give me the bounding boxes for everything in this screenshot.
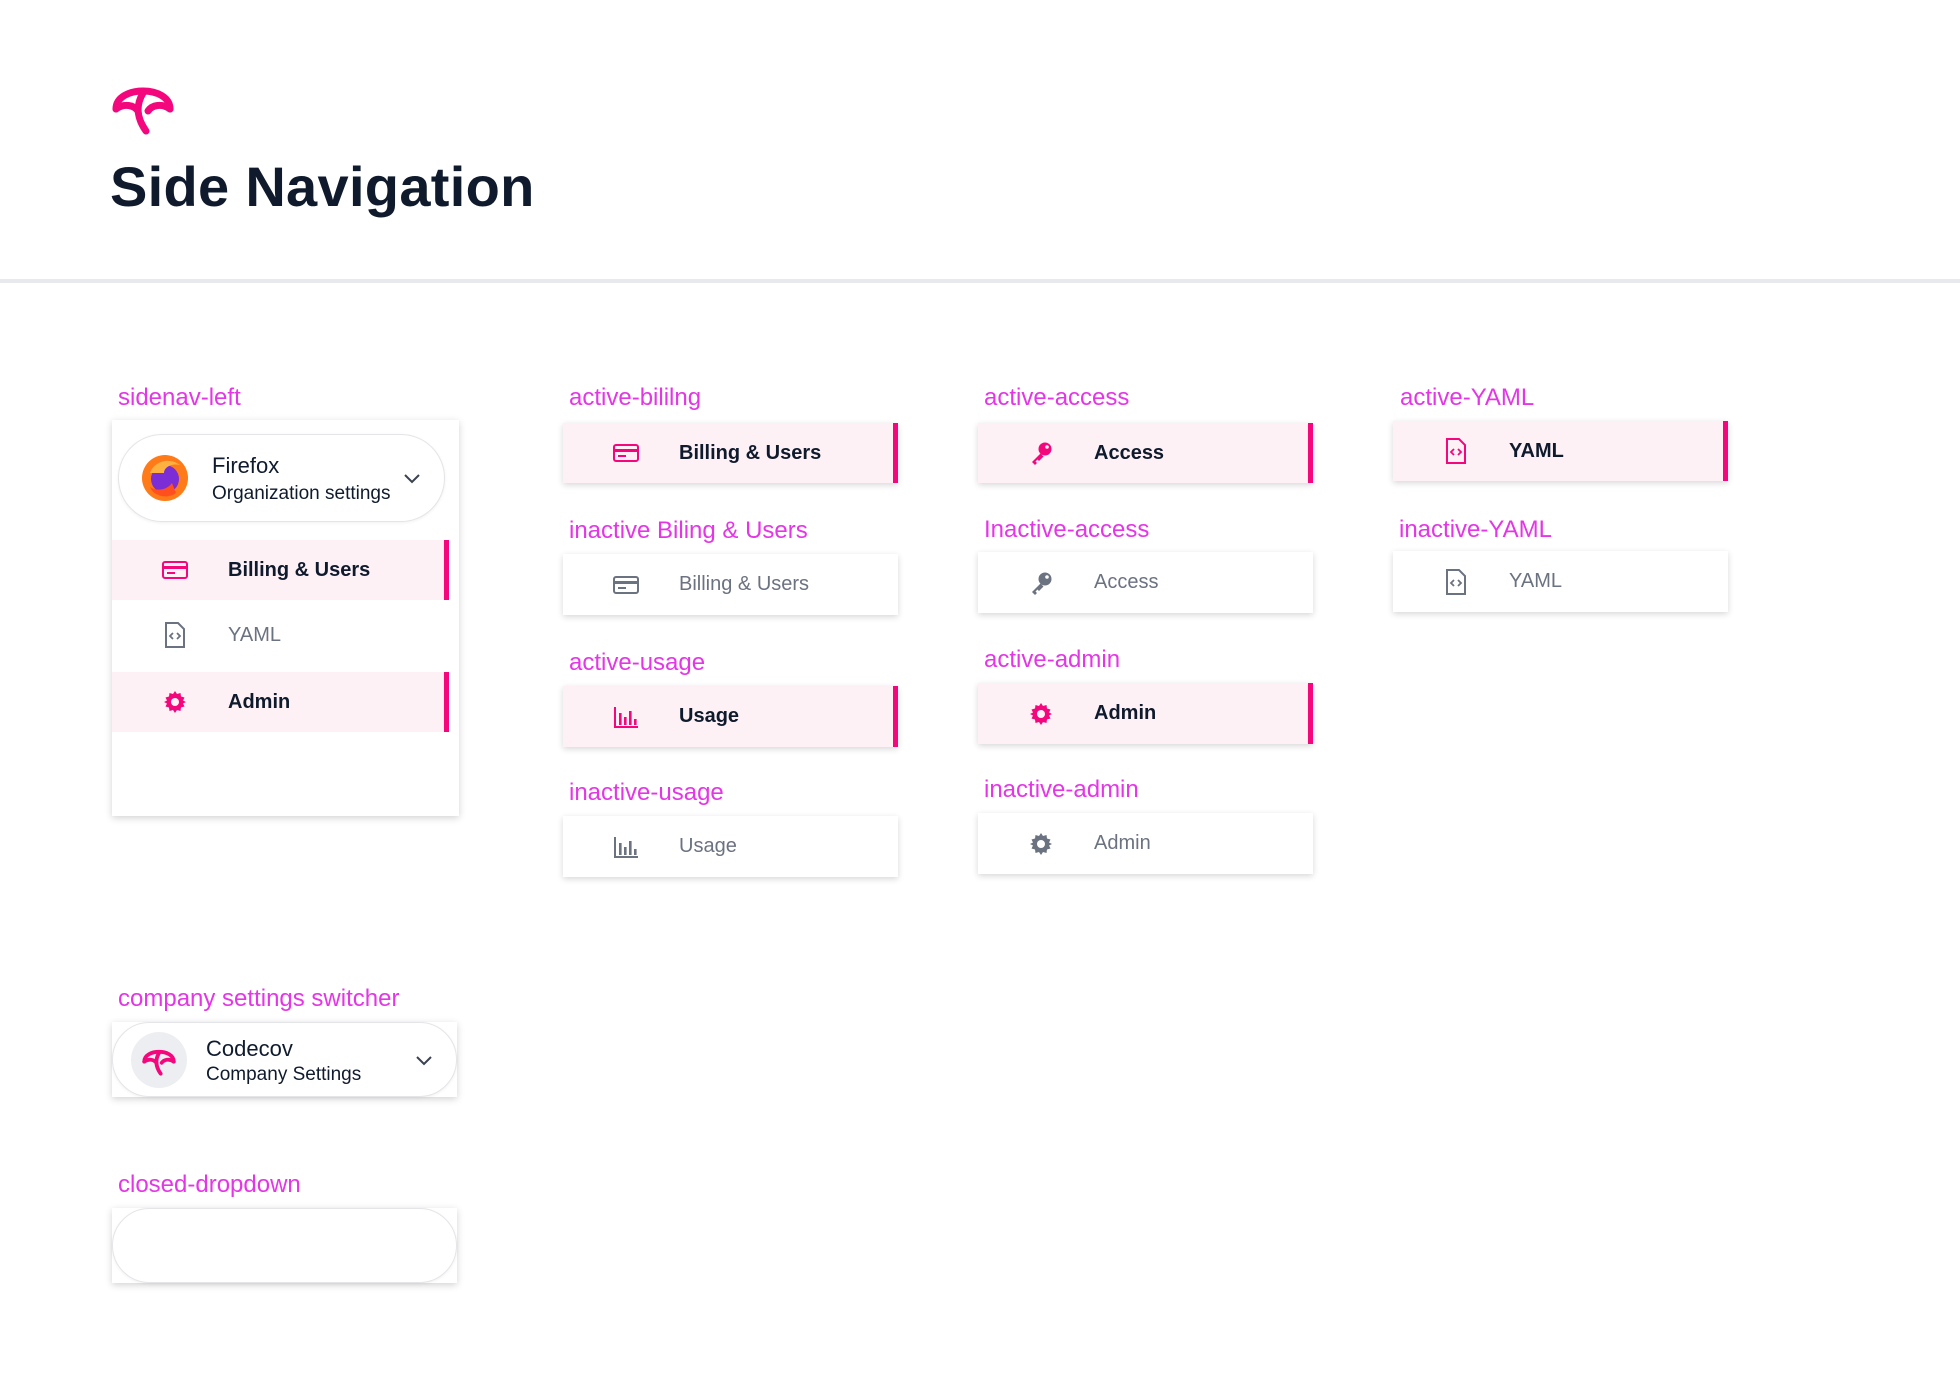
nav-item-label: Admin — [1094, 702, 1157, 724]
sidenav-item-billing[interactable]: Billing & Users — [112, 540, 449, 600]
nav-item-access-active[interactable]: Access — [978, 423, 1313, 483]
page-title: Side Navigation — [110, 155, 535, 218]
credit-card-icon — [160, 555, 190, 585]
key-icon — [1026, 568, 1056, 598]
sidenav-item-label: YAML — [228, 623, 281, 646]
gear-icon — [1026, 829, 1056, 859]
nav-item-usage-active[interactable]: Usage — [563, 686, 898, 747]
code-file-icon — [1441, 567, 1471, 597]
nav-item-label: Access — [1094, 571, 1159, 593]
label-active-admin: active-admin — [984, 646, 1121, 673]
nav-item-billing-inactive[interactable]: Billing & Users — [563, 554, 898, 615]
org-subtitle: Organization settings — [212, 483, 391, 504]
label-inactive-yaml: inactive-YAML — [1399, 516, 1552, 543]
label-sidenav-left: sidenav-left — [118, 384, 241, 411]
nav-item-label: Usage — [679, 835, 737, 857]
credit-card-icon — [611, 438, 641, 468]
label-active-yaml: active-YAML — [1400, 384, 1535, 411]
nav-item-yaml-inactive[interactable]: YAML — [1393, 551, 1728, 612]
nav-item-label: Access — [1094, 441, 1165, 464]
org-switcher[interactable]: Firefox Organization settings — [118, 434, 445, 522]
sidenav-item-label: Admin — [228, 690, 291, 713]
nav-item-label: Admin — [1094, 832, 1151, 854]
label-inactive-usage: inactive-usage — [569, 779, 724, 806]
key-icon — [1026, 438, 1056, 468]
nav-item-label: Billing & Users — [679, 441, 822, 464]
label-inactive-access: Inactive-access — [984, 516, 1150, 543]
sidenav-item-yaml[interactable]: YAML — [112, 605, 447, 665]
sidenav-item-admin[interactable]: Admin — [112, 672, 449, 732]
label-active-access: active-access — [984, 384, 1130, 411]
bar-chart-icon — [611, 702, 641, 732]
firefox-logo-icon — [137, 450, 193, 506]
codecov-logo-icon — [112, 87, 174, 135]
org-name: Firefox — [212, 453, 280, 478]
credit-card-icon — [611, 570, 641, 600]
code-file-icon — [1441, 436, 1471, 466]
label-active-usage: active-usage — [569, 649, 706, 676]
nav-item-billing-active[interactable]: Billing & Users — [563, 423, 898, 483]
label-company-switcher: company settings switcher — [118, 985, 400, 1012]
company-name: Codecov — [206, 1036, 293, 1061]
codecov-logo-icon — [131, 1031, 187, 1088]
label-inactive-admin: inactive-admin — [984, 776, 1139, 803]
nav-item-yaml-active[interactable]: YAML — [1393, 421, 1728, 481]
gear-icon — [1026, 699, 1056, 729]
company-subtitle: Company Settings — [206, 1064, 362, 1085]
company-switcher[interactable]: Codecov Company Settings — [112, 1022, 457, 1097]
nav-item-label: Usage — [679, 705, 740, 727]
label-active-billing: active-bililng — [569, 384, 702, 411]
nav-item-usage-inactive[interactable]: Usage — [563, 816, 898, 877]
sidenav-left: Firefox Organization settings Billing & … — [112, 420, 459, 816]
nav-item-label: YAML — [1509, 439, 1564, 462]
sidenav-item-label: Billing & Users — [228, 558, 371, 581]
bar-chart-icon — [611, 832, 641, 862]
label-inactive-billing: inactive Biling & Users — [569, 517, 808, 544]
gear-icon — [160, 687, 190, 717]
header-divider — [0, 279, 1960, 283]
closed-dropdown[interactable] — [112, 1208, 457, 1283]
nav-item-admin-inactive[interactable]: Admin — [978, 813, 1313, 874]
label-closed-dropdown: closed-dropdown — [118, 1171, 301, 1198]
nav-item-label: YAML — [1509, 570, 1562, 592]
chevron-down-icon — [404, 474, 420, 484]
nav-item-access-inactive[interactable]: Access — [978, 552, 1313, 613]
nav-item-label: Billing & Users — [679, 573, 810, 595]
code-file-icon — [160, 620, 190, 650]
company-switcher-card: Codecov Company Settings — [112, 1022, 457, 1097]
closed-dropdown-card — [112, 1208, 457, 1283]
nav-item-admin-active[interactable]: Admin — [978, 683, 1313, 744]
chevron-down-icon — [416, 1055, 432, 1065]
